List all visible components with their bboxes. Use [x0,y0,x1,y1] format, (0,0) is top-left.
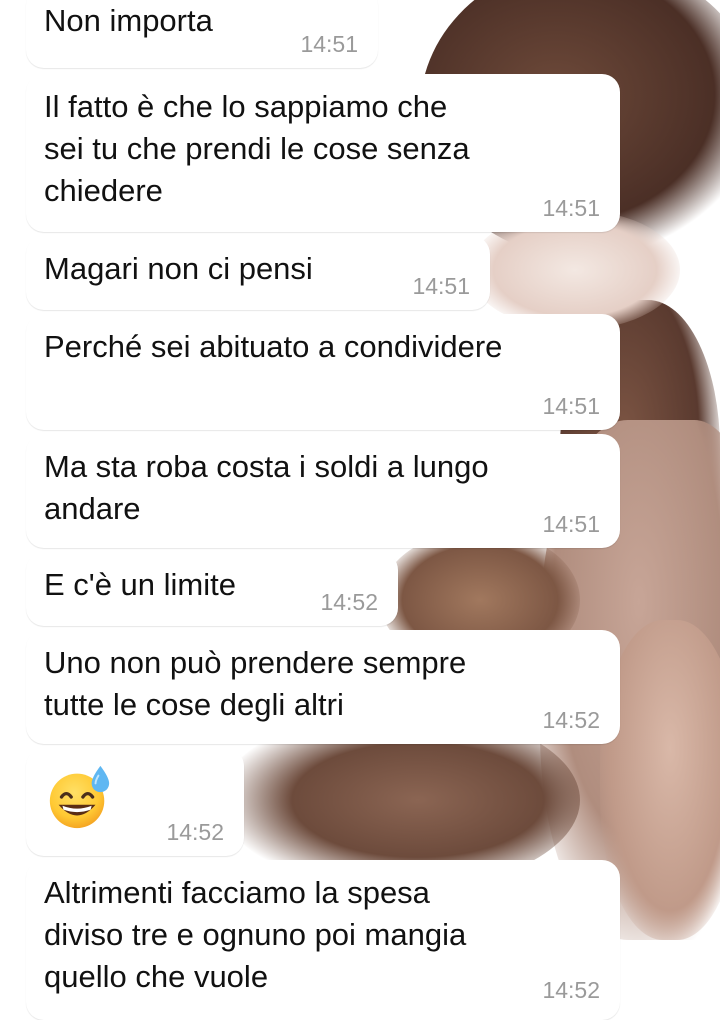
message-text: Altrimenti facciamo la spesa diviso tre … [44,875,467,994]
message-list[interactable]: Non importa 14:51 Il fatto è che lo sapp… [0,0,720,1020]
message-bubble[interactable]: Il fatto è che lo sappiamo che sei tu ch… [26,74,620,232]
message-text: Magari non ci pensi [44,251,313,286]
message-time: 14:51 [542,511,600,537]
message-text: Il fatto è che lo sappiamo che sei tu ch… [44,89,470,208]
message-text: Ma sta roba costa i soldi a lungo andare [44,449,489,526]
message-time: 14:52 [542,977,600,1003]
message-time: 14:52 [320,589,378,615]
message-time: 14:51 [542,195,600,221]
message-time: 14:51 [300,31,358,57]
message-bubble[interactable]: Non importa 14:51 [26,0,378,68]
grinning-face-with-sweat-icon [49,765,110,829]
message-bubble[interactable]: Perché sei abituato a condividere 14:51 [26,314,620,430]
message-bubble[interactable]: Ma sta roba costa i soldi a lungo andare… [26,434,620,548]
message-bubble[interactable]: Magari non ci pensi 14:51 [26,236,490,310]
message-bubble[interactable]: 14:52 [26,748,244,856]
message-time: 14:52 [166,819,224,845]
message-bubble[interactable]: Altrimenti facciamo la spesa diviso tre … [26,860,620,1020]
message-time: 14:51 [542,393,600,419]
message-time: 14:52 [542,707,600,733]
message-time: 14:51 [412,273,470,299]
message-text: Uno non può prendere sempre tutte le cos… [44,645,467,722]
message-bubble[interactable]: E c'è un limite 14:52 [26,552,398,626]
message-bubble[interactable]: Uno non può prendere sempre tutte le cos… [26,630,620,744]
message-text: Perché sei abituato a condividere [44,329,503,364]
